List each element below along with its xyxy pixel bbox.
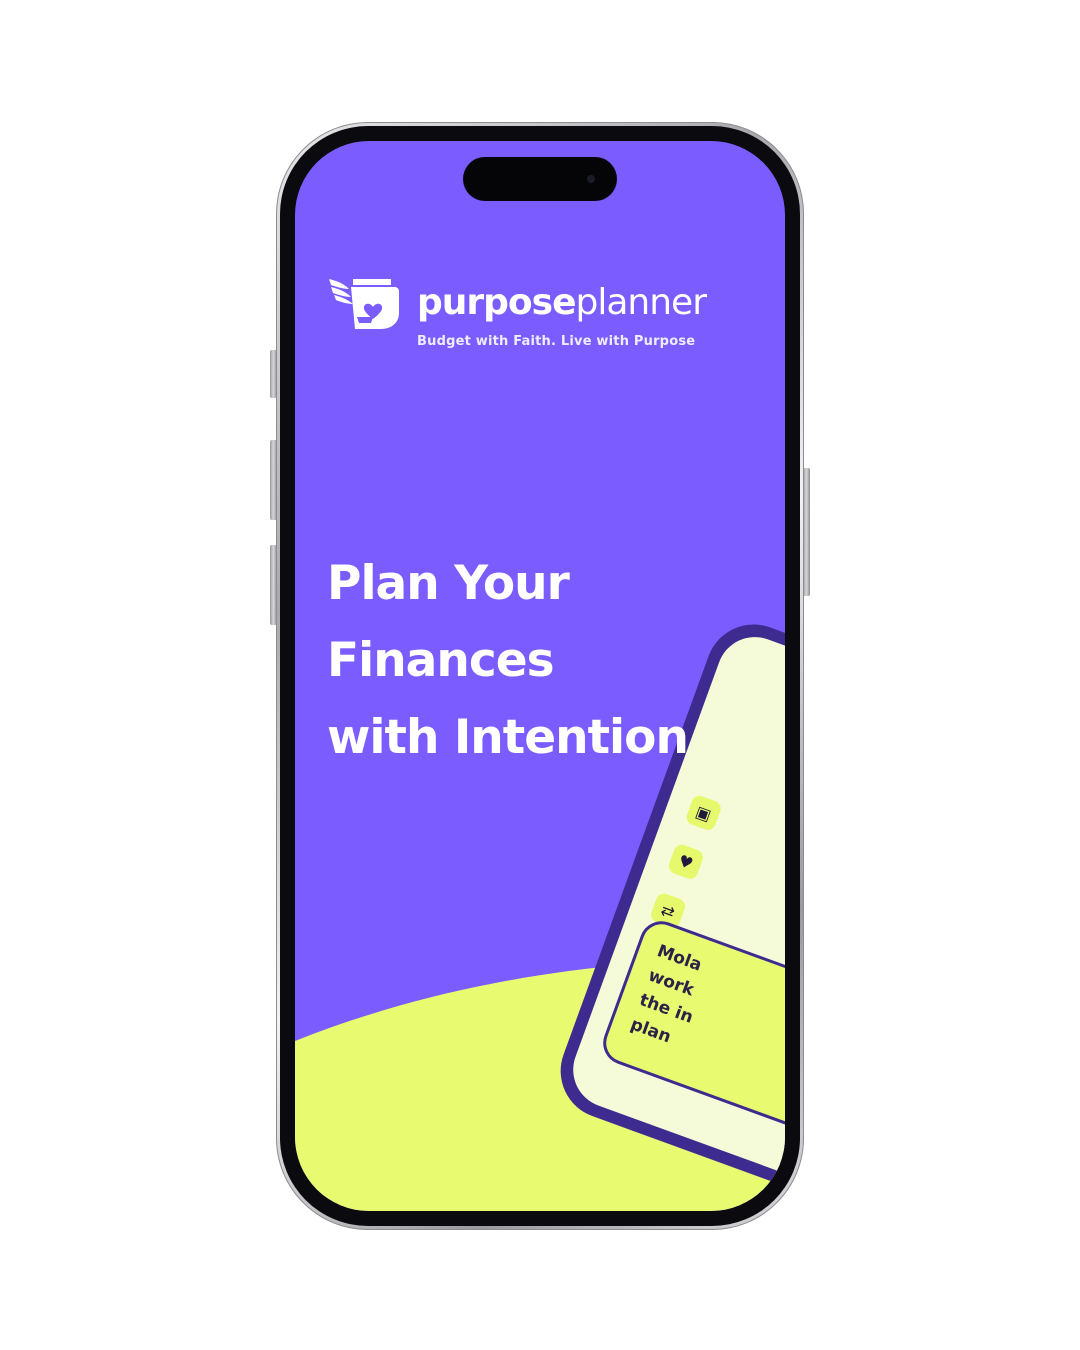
calendar-icon: ▣ [684, 793, 723, 833]
mockup-stage: ▣ ♥ ⇄ Mola work the in plan purposeplann… [0, 0, 1080, 1350]
headline-line: Plan Your [327, 556, 570, 611]
app-screen: ▣ ♥ ⇄ Mola work the in plan purposeplann… [295, 141, 785, 1211]
brand-name-light: planner [575, 282, 707, 323]
brand-wordmark: purposeplanner [417, 282, 707, 323]
app-preview-card-text: Mola work the in plan [627, 938, 715, 1055]
app-preview-card: Mola work the in plan [597, 915, 785, 1146]
dynamic-island [463, 157, 617, 201]
headline-line: with Intention [327, 710, 689, 765]
heart-icon: ♥ [666, 842, 706, 881]
front-camera-icon [587, 175, 595, 183]
brand-tagline: Budget with Faith. Live with Purpose [417, 334, 696, 349]
brand-name-bold: purpose [417, 282, 576, 323]
headline-line: Finances [327, 633, 555, 688]
winged-wallet-heart-icon [329, 279, 399, 329]
power-button [803, 468, 810, 596]
brand-logo: purposeplanner [327, 273, 707, 333]
hero-headline: Plan Your Finances with Intention [327, 545, 747, 776]
